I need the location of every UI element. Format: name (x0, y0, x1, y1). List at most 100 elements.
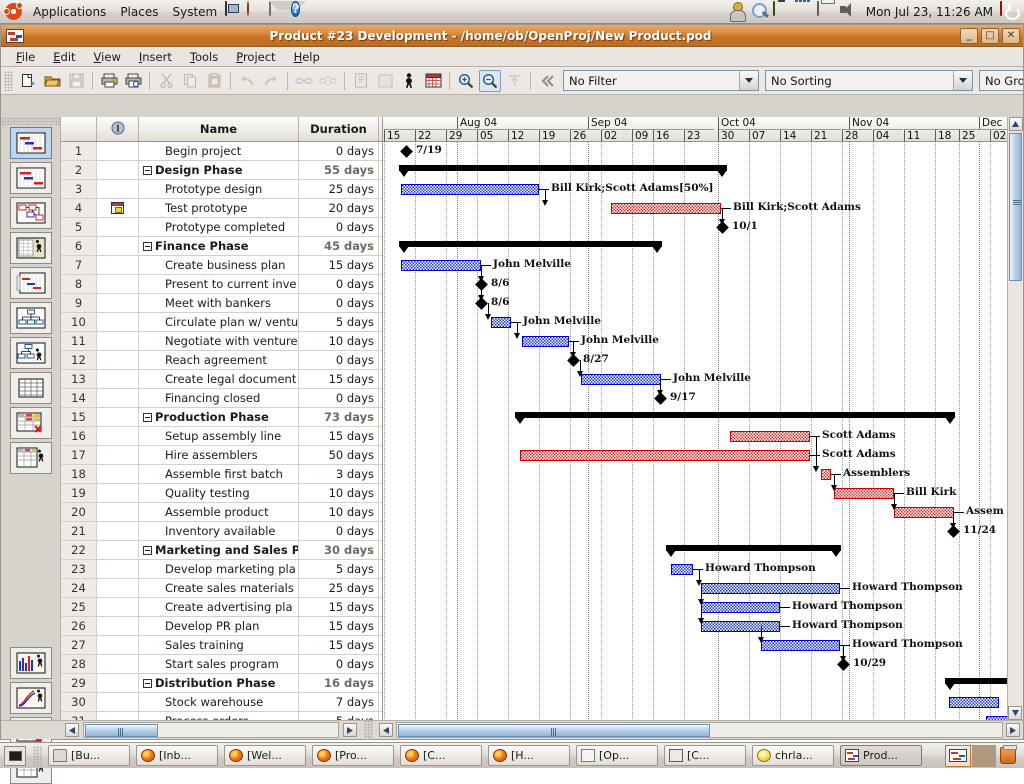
rail-grip[interactable] (1, 117, 60, 125)
table-scrollbar-thumb[interactable] (85, 724, 158, 737)
gantt-task-bar[interactable] (730, 431, 810, 442)
row-index[interactable]: 21 (61, 522, 97, 540)
table-row[interactable]: 30Stock warehouse7 days (61, 693, 382, 712)
gantt-scrollbar-thumb[interactable] (398, 724, 710, 737)
task-name[interactable]: Setup assembly line (139, 427, 299, 445)
task-name[interactable]: Negotiate with venture (139, 332, 299, 350)
table-row[interactable]: 16 Setup assembly line15 days (61, 427, 382, 446)
task-name[interactable]: Design Phase (139, 161, 299, 179)
task-duration[interactable]: 0 days (299, 655, 379, 673)
task-duration[interactable]: 30 days (299, 541, 379, 559)
gantt-task-bar[interactable] (401, 260, 481, 271)
collapse-expander[interactable] (143, 546, 152, 555)
task-duration[interactable]: 10 days (299, 503, 379, 521)
taskbar-window-button[interactable]: [Bu... (48, 745, 130, 766)
task-name[interactable]: Reach agreement (139, 351, 299, 369)
task-name[interactable]: Production Phase (139, 408, 299, 426)
menu-edit[interactable]: Edit (44, 48, 84, 66)
gantt-summary-bar[interactable] (399, 241, 662, 247)
open-icon[interactable] (41, 70, 63, 92)
row-index[interactable]: 3 (61, 180, 97, 198)
volume-icon[interactable] (839, 2, 859, 22)
outdent-icon[interactable] (536, 70, 558, 92)
table-row[interactable]: 3Prototype design25 days (61, 180, 382, 199)
row-index[interactable]: 17 (61, 446, 97, 464)
row-index[interactable]: 15 (61, 408, 97, 426)
tracking-gantt-view[interactable] (10, 162, 52, 194)
task-duration[interactable]: 0 days (299, 294, 379, 312)
histogram-view[interactable] (10, 647, 52, 679)
table-row[interactable]: 9Meet with bankers0 days (61, 294, 382, 313)
task-duration[interactable]: 10 days (299, 332, 379, 350)
task-duration[interactable]: 45 days (299, 237, 379, 255)
ubuntu-logo-icon[interactable] (5, 3, 22, 20)
system-menu[interactable]: System (165, 3, 224, 21)
taskbar-window-button[interactable]: Prod... (840, 745, 922, 766)
table-row[interactable]: 11 Negotiate with venture10 days (61, 332, 382, 351)
user-switch-icon[interactable] (729, 2, 749, 22)
screens-icon[interactable] (225, 2, 245, 22)
minimize-button[interactable]: _ (960, 28, 978, 44)
gantt-view[interactable] (10, 127, 52, 159)
show-desktop-icon[interactable] (4, 746, 26, 766)
sorting-dropdown[interactable]: No Sorting (765, 70, 973, 91)
table-row[interactable]: 18Assemble first batch3 days (61, 465, 382, 484)
row-index[interactable]: 4 (61, 199, 97, 217)
task-duration[interactable]: 0 days (299, 522, 379, 540)
row-index[interactable]: 8 (61, 275, 97, 293)
gantt-summary-bar[interactable] (666, 545, 841, 551)
task-duration[interactable]: 0 days (299, 351, 379, 369)
collapse-expander[interactable] (143, 413, 152, 422)
row-index[interactable]: 16 (61, 427, 97, 445)
row-index[interactable]: 27 (61, 636, 97, 654)
gantt-task-bar[interactable] (761, 640, 840, 651)
task-name[interactable]: Assemble first batch (139, 465, 299, 483)
table-scroll-right-button[interactable] (343, 723, 357, 737)
task-duration[interactable]: 7 days (299, 693, 379, 711)
row-index[interactable]: 11 (61, 332, 97, 350)
table-row[interactable]: 15Production Phase73 days (61, 408, 382, 427)
column-header-index[interactable] (61, 117, 97, 141)
workspace-switcher[interactable] (972, 745, 996, 767)
column-header-name[interactable]: Name (139, 117, 299, 141)
battery-icon[interactable] (773, 2, 793, 22)
table-row[interactable]: 24Create sales materials25 days (61, 579, 382, 598)
print-preview-icon[interactable] (122, 70, 144, 92)
taskbar-window-button[interactable]: [C... (664, 745, 746, 766)
grouping-dropdown[interactable]: No Grou (979, 70, 1023, 91)
row-index[interactable]: 7 (61, 256, 97, 274)
task-duration[interactable]: 15 days (299, 427, 379, 445)
s-curve-view[interactable] (10, 682, 52, 714)
assign-resources-icon[interactable] (398, 70, 420, 92)
zoom-in-icon[interactable] (455, 70, 477, 92)
gantt-task-bar[interactable] (520, 450, 810, 461)
row-index[interactable]: 30 (61, 693, 97, 711)
table-scroll-left-button[interactable] (65, 723, 79, 737)
task-duration[interactable]: 0 days (299, 275, 379, 293)
task-duration[interactable]: 50 days (299, 446, 379, 464)
table-row[interactable]: 19Quality testing10 days (61, 484, 382, 503)
column-header-duration[interactable]: Duration (299, 117, 379, 141)
task-duration[interactable]: 10 days (299, 484, 379, 502)
row-index[interactable]: 22 (61, 541, 97, 559)
row-index[interactable]: 6 (61, 237, 97, 255)
power-icon[interactable] (1000, 2, 1020, 22)
task-name[interactable]: Create advertising pla (139, 598, 299, 616)
task-name[interactable]: Financing closed (139, 389, 299, 407)
scrollbar-thumb[interactable] (1009, 133, 1022, 281)
gantt-task-bar[interactable] (949, 697, 999, 708)
row-index[interactable]: 1 (61, 142, 97, 160)
table-row[interactable]: 12Reach agreement0 days (61, 351, 382, 370)
table-row[interactable]: 7Create business plan15 days (61, 256, 382, 275)
table-row[interactable]: 26Develop PR plan15 days (61, 617, 382, 636)
table-row[interactable]: 25Create advertising pla15 days (61, 598, 382, 617)
task-name[interactable]: Distribution Phase (139, 674, 299, 692)
task-duration[interactable]: 15 days (299, 598, 379, 616)
task-duration[interactable]: 15 days (299, 256, 379, 274)
resource-sheet-view[interactable] (10, 407, 52, 439)
table-row[interactable]: 10Circulate plan w/ ventu5 days (61, 313, 382, 332)
zoom-out-icon[interactable] (479, 70, 501, 92)
gantt-summary-bar[interactable] (399, 165, 727, 171)
table-row[interactable]: 2Design Phase55 days (61, 161, 382, 180)
help-icon[interactable]: ? (291, 2, 311, 22)
